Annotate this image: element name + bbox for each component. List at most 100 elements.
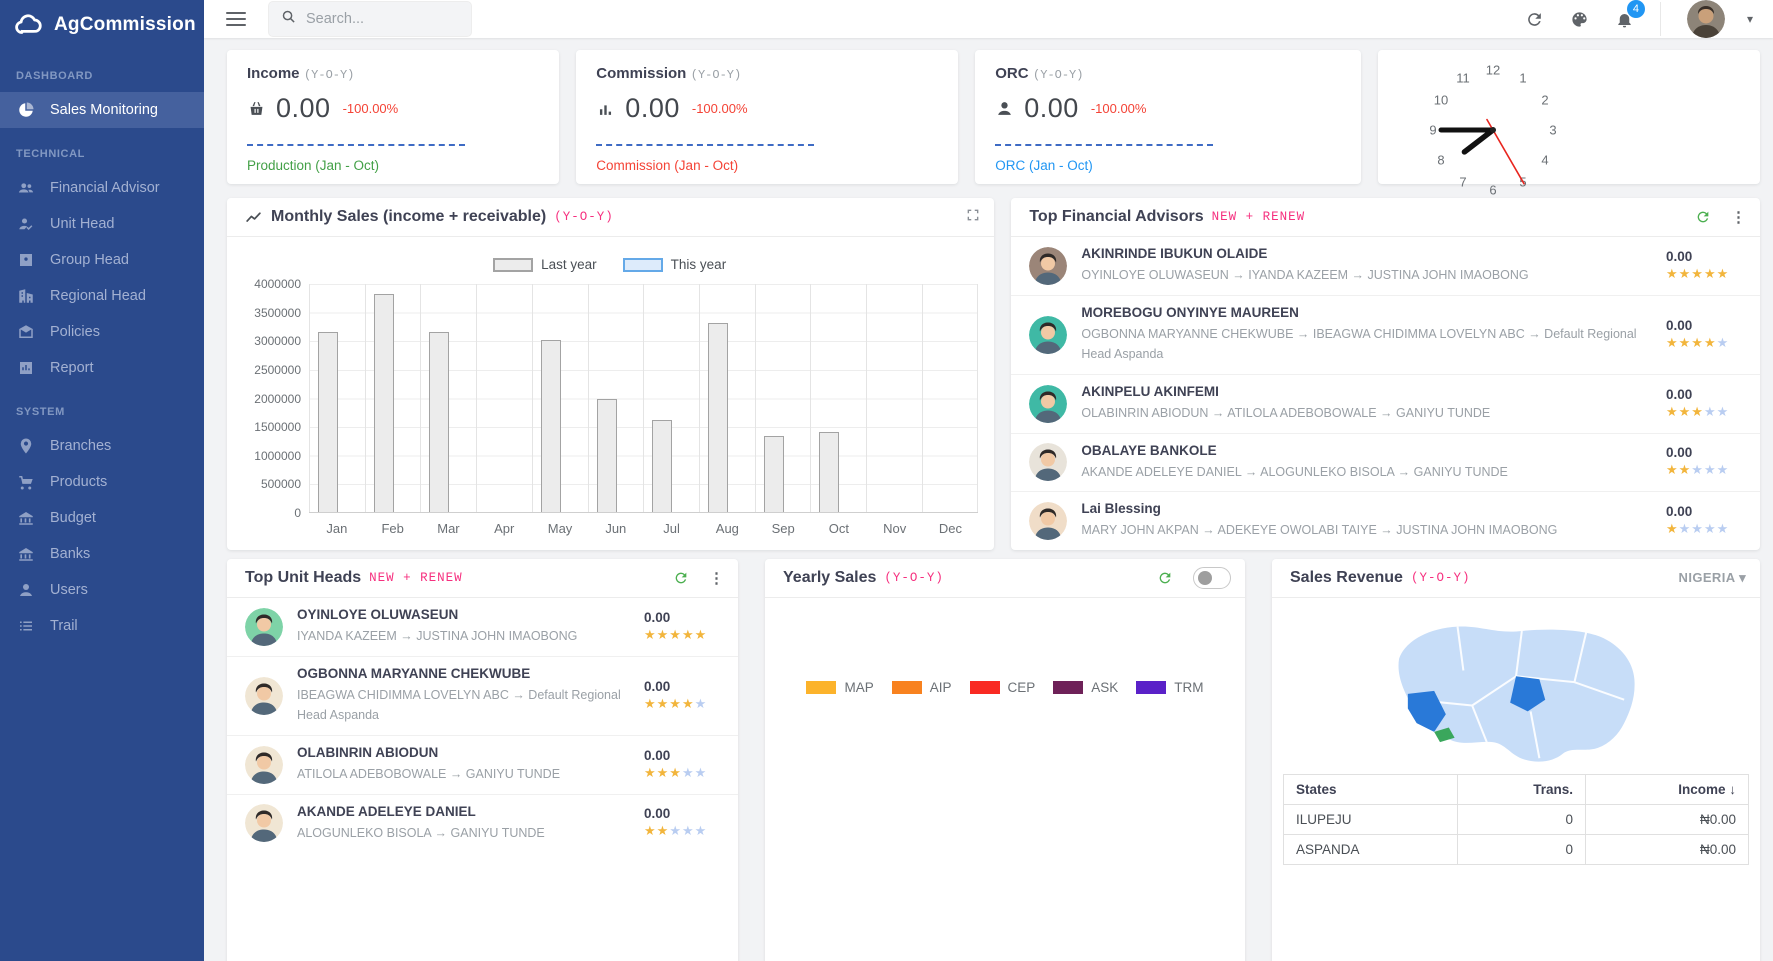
list-item[interactable]: OGBONNA MARYANNE CHEKWUBEIBEAGWA CHIDIMM… <box>227 657 738 736</box>
card-footer[interactable]: Production (Jan - Oct) <box>247 158 539 173</box>
theme-palette-icon[interactable] <box>1570 10 1589 29</box>
building-icon <box>17 287 35 305</box>
clock-number: 7 <box>1459 174 1466 189</box>
legend-swatch <box>806 681 836 694</box>
list-item[interactable]: AKINPELU AKINFEMIOLABINRIN ABIODUN → ATI… <box>1011 375 1760 434</box>
user-menu[interactable]: ▾ <box>1687 0 1753 38</box>
bar-last-year[interactable] <box>374 294 394 512</box>
kebab-menu-icon[interactable]: ⋮ <box>1731 210 1746 225</box>
y-tick-label: 2500000 <box>254 363 301 377</box>
kebab-menu-icon[interactable]: ⋮ <box>709 571 724 586</box>
bar-last-year[interactable] <box>652 420 672 512</box>
refresh-icon[interactable] <box>1525 10 1544 29</box>
table-row[interactable]: ASPANDA0₦0.00 <box>1284 835 1749 865</box>
legend-item[interactable]: CEP <box>970 680 1036 695</box>
legend-item[interactable]: TRM <box>1136 680 1203 695</box>
legend-item[interactable]: Last year <box>493 257 597 272</box>
refresh-icon[interactable] <box>673 570 689 586</box>
list-item[interactable]: MOREBOGU ONYINYE MAUREENOGBONNA MARYANNE… <box>1011 296 1760 375</box>
analog-clock: 123456789101112 <box>1418 55 1568 205</box>
star-rating: ★★★★★ <box>644 765 722 782</box>
envelope-icon <box>17 323 35 341</box>
star-rating: ★★★★★ <box>1666 335 1744 352</box>
sidebar-item-financial-advisor[interactable]: Financial Advisor <box>0 170 204 206</box>
clock-number: 6 <box>1489 183 1496 198</box>
sidebar-item-policies[interactable]: Policies <box>0 314 204 350</box>
orc-card: ORC (Y-O-Y) 0.00 -100.00% ORC (Jan - Oct… <box>975 50 1361 184</box>
card-title: Commission <box>596 65 686 82</box>
bar-last-year[interactable] <box>597 399 617 512</box>
sidebar-item-products[interactable]: Products <box>0 464 204 500</box>
people-icon <box>17 179 35 197</box>
list-item[interactable]: AKANDE ADELEYE DANIELALOGUNLEKO BISOLA →… <box>227 795 738 853</box>
list-item[interactable]: OYINLOYE OLUWASEUNIYANDA KAZEEM → JUSTIN… <box>227 598 738 657</box>
notification-badge: 4 <box>1627 0 1645 18</box>
expand-icon[interactable] <box>966 208 980 227</box>
states-table: States Trans. Income ↓ ILUPEJU0₦0.00ASPA… <box>1283 774 1749 865</box>
person-value: 0.00 <box>644 610 722 625</box>
person-name: OLABINRIN ABIODUN <box>297 745 632 760</box>
chart-toggle[interactable] <box>1193 567 1231 589</box>
refresh-icon[interactable] <box>1695 209 1711 225</box>
bar-last-year[interactable] <box>541 340 561 512</box>
sidebar-item-report[interactable]: Report <box>0 350 204 386</box>
search-box[interactable] <box>268 1 472 37</box>
col-states[interactable]: States <box>1284 775 1458 805</box>
table-row[interactable]: ILUPEJU0₦0.00 <box>1284 805 1749 835</box>
sidebar-item-sales-monitoring[interactable]: Sales Monitoring <box>0 92 204 128</box>
list-item[interactable]: OLABINRIN ABIODUNATILOLA ADEBOBOWALE → G… <box>227 736 738 795</box>
table-cell: ₦0.00 <box>1585 835 1748 865</box>
bar-last-year[interactable] <box>318 332 338 512</box>
legend-item[interactable]: AIP <box>892 680 952 695</box>
sidebar-item-unit-head[interactable]: Unit Head <box>0 206 204 242</box>
legend-item[interactable]: MAP <box>806 680 873 695</box>
bar-last-year[interactable] <box>764 436 784 512</box>
legend-item[interactable]: This year <box>623 257 727 272</box>
sidebar-item-label: Trail <box>50 618 78 634</box>
list-item[interactable]: Lai BlessingMARY JOHN AKPAN → ADEKEYE OW… <box>1011 492 1760 550</box>
list-item[interactable]: OBALAYE BANKOLEAKANDE ADELEYE DANIEL → A… <box>1011 434 1760 493</box>
col-income[interactable]: Income ↓ <box>1585 775 1748 805</box>
panel-title: Top Unit Heads <box>245 569 361 587</box>
new-renew-tag[interactable]: NEW + RENEW <box>1212 210 1306 224</box>
yearly-sales-panel: Yearly Sales (Y-O-Y) MAPAIPCEPASKTRM <box>765 559 1245 961</box>
sidebar-item-label: Report <box>50 360 94 376</box>
advisors-list: AKINRINDE IBUKUN OLAIDEOYINLOYE OLUWASEU… <box>1011 237 1760 550</box>
nigeria-map[interactable] <box>1272 598 1760 770</box>
sidebar-item-banks[interactable]: Banks <box>0 536 204 572</box>
col-trans[interactable]: Trans. <box>1458 775 1586 805</box>
list-item[interactable]: AKINRINDE IBUKUN OLAIDEOYINLOYE OLUWASEU… <box>1011 237 1760 296</box>
nav-section-label: SYSTEM <box>0 386 204 428</box>
legend-item[interactable]: ASK <box>1053 680 1118 695</box>
avatar <box>1029 502 1067 540</box>
bar-last-year[interactable] <box>708 323 728 512</box>
bar-last-year[interactable] <box>819 432 839 512</box>
sidebar-item-label: Group Head <box>50 252 129 268</box>
card-title: ORC <box>995 65 1028 82</box>
sidebar-item-regional-head[interactable]: Regional Head <box>0 278 204 314</box>
states-table-body: ILUPEJU0₦0.00ASPANDA0₦0.00 <box>1284 805 1749 865</box>
table-cell: ASPANDA <box>1284 835 1458 865</box>
notifications-bell-icon[interactable]: 4 <box>1615 10 1634 29</box>
clock-widget: 123456789101112 <box>1378 50 1760 184</box>
sidebar-item-branches[interactable]: Branches <box>0 428 204 464</box>
card-footer[interactable]: ORC (Jan - Oct) <box>995 158 1341 173</box>
y-tick-label: 1000000 <box>254 449 301 463</box>
legend-swatch <box>1136 681 1166 694</box>
card-footer[interactable]: Commission (Jan - Oct) <box>596 158 938 173</box>
sidebar-item-group-head[interactable]: Group Head <box>0 242 204 278</box>
search-input[interactable] <box>306 11 456 27</box>
person-value: 0.00 <box>1666 504 1744 519</box>
brand[interactable]: AgCommission <box>0 0 204 50</box>
refresh-icon[interactable] <box>1157 570 1173 586</box>
legend-swatch <box>623 258 663 272</box>
region-dropdown[interactable]: NIGERIA ▾ <box>1679 570 1746 586</box>
new-renew-tag[interactable]: NEW + RENEW <box>369 571 463 585</box>
sidebar-item-budget[interactable]: Budget <box>0 500 204 536</box>
x-tick-label: Jul <box>644 521 700 536</box>
user-avatar <box>1687 0 1725 38</box>
bar-last-year[interactable] <box>429 332 449 512</box>
sidebar-item-users[interactable]: Users <box>0 572 204 608</box>
sidebar-item-trail[interactable]: Trail <box>0 608 204 644</box>
hamburger-menu-icon[interactable] <box>226 8 246 30</box>
